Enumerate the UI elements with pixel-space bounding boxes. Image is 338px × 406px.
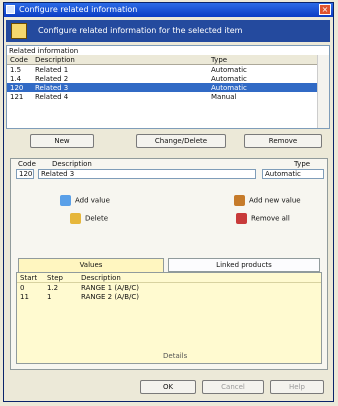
values-row[interactable]: 11 1 RANGE 2 (A/B/C) bbox=[17, 292, 321, 301]
description-label: Description bbox=[52, 160, 92, 168]
col-type[interactable]: Type bbox=[211, 56, 227, 64]
col-value-description[interactable]: Description bbox=[81, 274, 121, 282]
value-description: RANGE 2 (A/B/C) bbox=[81, 293, 140, 301]
row-code: 120 bbox=[10, 84, 24, 92]
delete-label: Delete bbox=[85, 214, 108, 223]
grid-row[interactable]: 1.5 Related 1 Automatic bbox=[7, 65, 317, 74]
add-new-value-label: Add new value bbox=[249, 196, 301, 205]
values-row[interactable]: 0 1.2 RANGE 1 (A/B/C) bbox=[17, 283, 321, 292]
details-link[interactable]: Details bbox=[163, 352, 187, 360]
cancel-button[interactable]: Cancel bbox=[202, 380, 264, 394]
add-value-tool[interactable]: Add value bbox=[60, 195, 110, 206]
tab-values[interactable]: Values bbox=[18, 258, 164, 272]
change-button[interactable]: Change/Delete bbox=[136, 134, 226, 148]
row-code: 1.5 bbox=[10, 66, 22, 74]
value-step: 1 bbox=[47, 293, 52, 301]
col-code[interactable]: Code bbox=[10, 56, 28, 64]
header-text: Configure related information for the se… bbox=[38, 26, 243, 35]
grid-title: Related information bbox=[9, 47, 79, 55]
add-new-value-icon bbox=[234, 195, 245, 206]
tab-linked-products[interactable]: Linked products bbox=[168, 258, 320, 272]
row-description: Related 2 bbox=[35, 75, 69, 83]
code-label: Code bbox=[18, 160, 36, 168]
add-value-label: Add value bbox=[75, 196, 110, 205]
row-type: Manual bbox=[211, 93, 237, 101]
value-start: 11 bbox=[20, 293, 29, 301]
configure-icon bbox=[11, 23, 27, 39]
grid-header: Code Description Type bbox=[7, 55, 329, 65]
row-type: Automatic bbox=[211, 66, 247, 74]
remove-button[interactable]: Remove bbox=[244, 134, 322, 148]
values-list[interactable]: Start Step Description 0 1.2 RANGE 1 (A/… bbox=[16, 272, 322, 364]
delete-tool[interactable]: Delete bbox=[70, 213, 108, 224]
ok-button[interactable]: OK bbox=[140, 380, 196, 394]
grid-row[interactable]: 1.4 Related 2 Automatic bbox=[7, 74, 317, 83]
row-type: Automatic bbox=[211, 84, 247, 92]
col-start[interactable]: Start bbox=[20, 274, 37, 282]
close-button[interactable]: × bbox=[319, 4, 331, 15]
remove-all-icon bbox=[236, 213, 247, 224]
row-code: 1.4 bbox=[10, 75, 22, 83]
grid-row-selected[interactable]: 120 Related 3 Automatic bbox=[7, 83, 317, 92]
code-field[interactable]: 120 bbox=[16, 169, 34, 179]
dialog-window: Configure related information × Configur… bbox=[3, 2, 334, 402]
col-step[interactable]: Step bbox=[47, 274, 63, 282]
row-type: Automatic bbox=[211, 75, 247, 83]
value-start: 0 bbox=[20, 284, 25, 292]
add-new-value-tool[interactable]: Add new value bbox=[234, 195, 301, 206]
description-field[interactable]: Related 3 bbox=[38, 169, 256, 179]
grid-row[interactable]: 121 Related 4 Manual bbox=[7, 92, 317, 101]
title-bar: Configure related information × bbox=[4, 3, 333, 17]
dialog-header: Configure related information for the se… bbox=[6, 20, 330, 42]
value-description: RANGE 1 (A/B/C) bbox=[81, 284, 140, 292]
related-info-grid[interactable]: Related information Code Description Typ… bbox=[6, 45, 330, 129]
value-step: 1.2 bbox=[47, 284, 59, 292]
remove-all-label: Remove all bbox=[251, 214, 290, 223]
delete-icon bbox=[70, 213, 81, 224]
type-select[interactable]: Automatic bbox=[262, 169, 324, 179]
row-description: Related 1 bbox=[35, 66, 69, 74]
new-button[interactable]: New bbox=[30, 134, 94, 148]
window-title: Configure related information bbox=[19, 5, 138, 14]
remove-all-tool[interactable]: Remove all bbox=[236, 213, 290, 224]
app-icon bbox=[6, 5, 15, 14]
row-description: Related 3 bbox=[35, 84, 69, 92]
grid-scrollbar[interactable] bbox=[317, 55, 329, 128]
col-description[interactable]: Description bbox=[35, 56, 75, 64]
help-button[interactable]: Help bbox=[270, 380, 324, 394]
row-code: 121 bbox=[10, 93, 24, 101]
values-header: Start Step Description bbox=[17, 273, 321, 283]
type-label: Type bbox=[294, 160, 311, 168]
add-value-icon bbox=[60, 195, 71, 206]
row-description: Related 4 bbox=[35, 93, 69, 101]
